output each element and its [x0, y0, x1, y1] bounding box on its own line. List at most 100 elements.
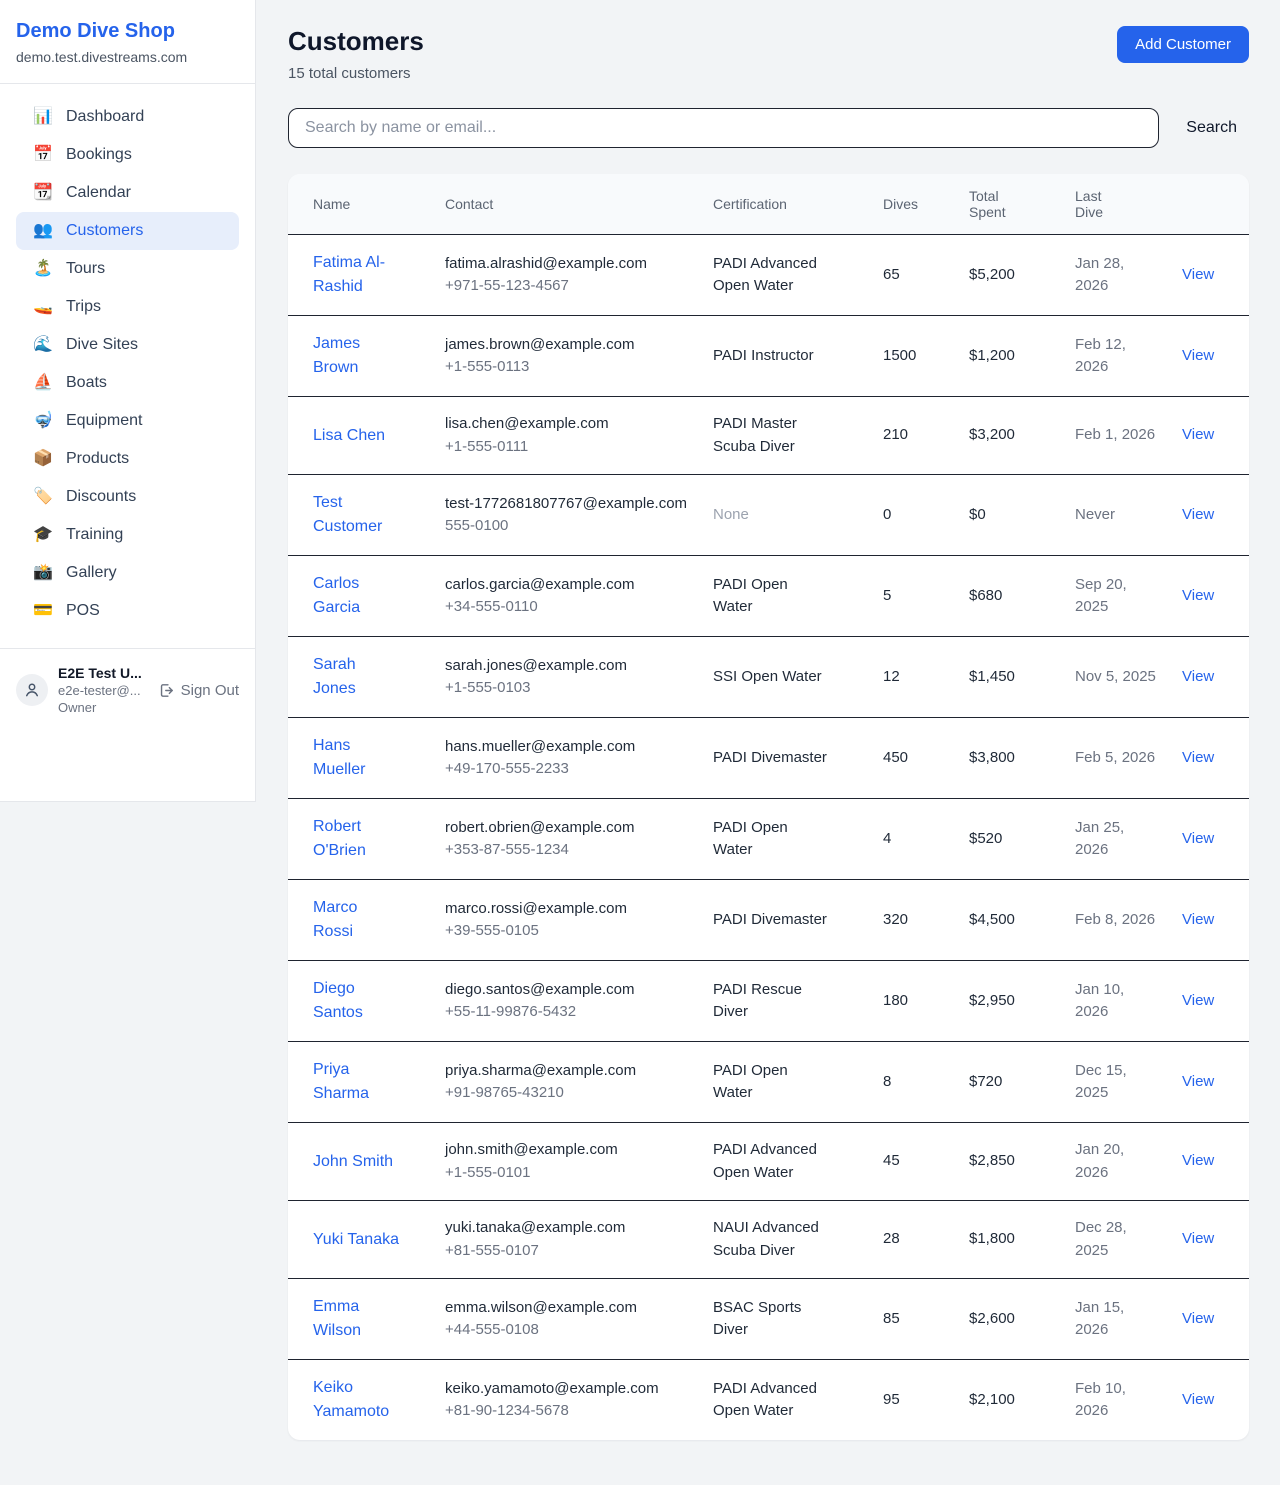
view-customer-link[interactable]: View — [1182, 830, 1214, 847]
table-row: Hans Mueller hans.mueller@example.com +4… — [288, 718, 1249, 799]
customer-contact: keiko.yamamoto@example.com +81-90-1234-5… — [433, 1360, 701, 1441]
sidebar-item-equipment[interactable]: 🤿 Equipment — [16, 402, 239, 440]
customer-dives: 210 — [871, 397, 957, 475]
customer-name-link[interactable]: James Brown — [313, 335, 360, 376]
search-row: Search — [288, 108, 1249, 148]
view-customer-link[interactable]: View — [1182, 749, 1214, 766]
customer-last-dive: Sep 20, 2025 — [1063, 556, 1170, 637]
view-customer-link[interactable]: View — [1182, 1152, 1214, 1169]
calendar-date-icon: 📅 — [32, 147, 54, 163]
sidebar-item-dashboard[interactable]: 📊 Dashboard — [16, 98, 239, 136]
table-row: Diego Santos diego.santos@example.com +5… — [288, 961, 1249, 1042]
sidebar-item-boats[interactable]: ⛵ Boats — [16, 364, 239, 402]
customers-table: Name Contact Certification Dives Total S… — [288, 174, 1249, 1440]
customer-count: 15 total customers — [288, 65, 424, 82]
page: Demo Dive Shop demo.test.divestreams.com… — [0, 0, 1280, 1485]
sidebar-item-pos[interactable]: 💳 POS — [16, 592, 239, 630]
view-customer-link[interactable]: View — [1182, 1073, 1214, 1090]
view-customer-link[interactable]: View — [1182, 1230, 1214, 1247]
customer-name-link[interactable]: Hans Mueller — [313, 737, 365, 778]
sidebar-item-label: Boats — [66, 374, 107, 392]
sign-out-button[interactable]: Sign Out — [158, 682, 239, 699]
customer-name-link[interactable]: Carlos Garcia — [313, 575, 360, 616]
customer-email: diego.santos@example.com — [445, 979, 689, 1002]
sidebar-item-label: Trips — [66, 298, 101, 316]
customer-certification: PADI Advanced Open Water — [713, 1380, 817, 1420]
customer-dives: 5 — [871, 556, 957, 637]
customer-total-spent: $3,800 — [957, 718, 1063, 799]
customer-last-dive: Feb 5, 2026 — [1063, 718, 1170, 799]
view-customer-link[interactable]: View — [1182, 1391, 1214, 1408]
customer-contact: carlos.garcia@example.com +34-555-0110 — [433, 556, 701, 637]
customer-dives: 28 — [871, 1201, 957, 1279]
view-customer-link[interactable]: View — [1182, 347, 1214, 364]
customer-email: james.brown@example.com — [445, 334, 689, 357]
customer-dives: 4 — [871, 799, 957, 880]
add-customer-button[interactable]: Add Customer — [1117, 26, 1249, 63]
sidebar-item-dive-sites[interactable]: 🌊 Dive Sites — [16, 326, 239, 364]
view-customer-link[interactable]: View — [1182, 668, 1214, 685]
view-customer-link[interactable]: View — [1182, 911, 1214, 928]
customer-last-dive: Jan 15, 2026 — [1063, 1279, 1170, 1360]
customer-name-link[interactable]: Lisa Chen — [313, 427, 385, 444]
customer-certification: BSAC Sports Diver — [713, 1299, 801, 1339]
view-customer-link[interactable]: View — [1182, 426, 1214, 443]
customer-name-link[interactable]: Test Customer — [313, 494, 382, 535]
customer-name-link[interactable]: Priya Sharma — [313, 1061, 369, 1102]
sailboat-icon: ⛵ — [32, 375, 54, 391]
table-row: Yuki Tanaka yuki.tanaka@example.com +81-… — [288, 1201, 1249, 1279]
customer-dives: 320 — [871, 880, 957, 961]
sidebar-nav: 📊 Dashboard 📅 Bookings 📆 Calendar 👥 Cust… — [0, 84, 255, 640]
sidebar-item-label: Tours — [66, 260, 105, 278]
sidebar-item-discounts[interactable]: 🏷️ Discounts — [16, 478, 239, 516]
customer-name-link[interactable]: Diego Santos — [313, 980, 363, 1021]
customer-phone: +81-555-0107 — [445, 1240, 689, 1263]
view-customer-link[interactable]: View — [1182, 506, 1214, 523]
customer-total-spent: $2,100 — [957, 1360, 1063, 1441]
speedboat-icon: 🚤 — [32, 299, 54, 315]
view-customer-link[interactable]: View — [1182, 992, 1214, 1009]
table-body: Fatima Al-Rashid fatima.alrashid@example… — [288, 235, 1249, 1441]
customer-dives: 0 — [871, 475, 957, 556]
customer-email: emma.wilson@example.com — [445, 1297, 689, 1320]
user-email: e2e-tester@... — [58, 683, 148, 698]
customer-name-link[interactable]: Yuki Tanaka — [313, 1231, 399, 1248]
customer-email: marco.rossi@example.com — [445, 898, 689, 921]
table-header: Name Contact Certification Dives Total S… — [288, 174, 1249, 235]
view-customer-link[interactable]: View — [1182, 1310, 1214, 1327]
sidebar-item-customers[interactable]: 👥 Customers — [16, 212, 239, 250]
customer-name-link[interactable]: Sarah Jones — [313, 656, 356, 697]
customer-name-link[interactable]: Robert O'Brien — [313, 818, 366, 859]
search-button[interactable]: Search — [1186, 119, 1237, 137]
camera-flash-icon: 📸 — [32, 565, 54, 581]
sidebar-item-products[interactable]: 📦 Products — [16, 440, 239, 478]
customer-name-link[interactable]: John Smith — [313, 1153, 393, 1170]
view-customer-link[interactable]: View — [1182, 587, 1214, 604]
sidebar-item-training[interactable]: 🎓 Training — [16, 516, 239, 554]
sidebar-item-bookings[interactable]: 📅 Bookings — [16, 136, 239, 174]
customer-total-spent: $3,200 — [957, 397, 1063, 475]
customer-name-link[interactable]: Marco Rossi — [313, 899, 357, 940]
diving-mask-icon: 🤿 — [32, 413, 54, 429]
island-icon: 🏝️ — [32, 261, 54, 277]
customer-phone: +1-555-0111 — [445, 436, 689, 459]
search-input[interactable] — [288, 108, 1159, 148]
sidebar-item-tours[interactable]: 🏝️ Tours — [16, 250, 239, 288]
shop-domain: demo.test.divestreams.com — [16, 49, 239, 65]
shop-name: Demo Dive Shop — [16, 20, 239, 43]
customer-total-spent: $1,450 — [957, 637, 1063, 718]
customer-name-link[interactable]: Fatima Al-Rashid — [313, 254, 385, 295]
title-block: Customers 15 total customers — [288, 26, 424, 82]
sidebar-item-calendar[interactable]: 📆 Calendar — [16, 174, 239, 212]
customer-last-dive: Never — [1063, 475, 1170, 556]
customer-total-spent: $4,500 — [957, 880, 1063, 961]
customer-contact: hans.mueller@example.com +49-170-555-223… — [433, 718, 701, 799]
sidebar-item-gallery[interactable]: 📸 Gallery — [16, 554, 239, 592]
customer-name-link[interactable]: Keiko Yamamoto — [313, 1379, 389, 1420]
customer-total-spent: $5,200 — [957, 235, 1063, 316]
view-customer-link[interactable]: View — [1182, 266, 1214, 283]
customer-name-link[interactable]: Emma Wilson — [313, 1298, 361, 1339]
col-header-actions — [1170, 174, 1249, 235]
sidebar-item-trips[interactable]: 🚤 Trips — [16, 288, 239, 326]
sidebar-item-label: Dashboard — [66, 108, 144, 126]
